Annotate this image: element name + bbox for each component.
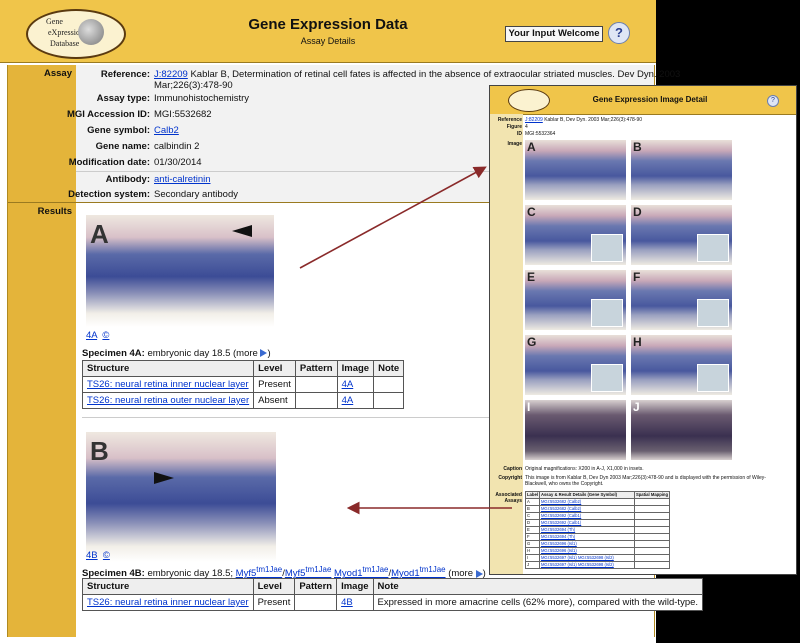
connector-arrows [299, 166, 512, 515]
arrow-to-detail [299, 166, 487, 269]
